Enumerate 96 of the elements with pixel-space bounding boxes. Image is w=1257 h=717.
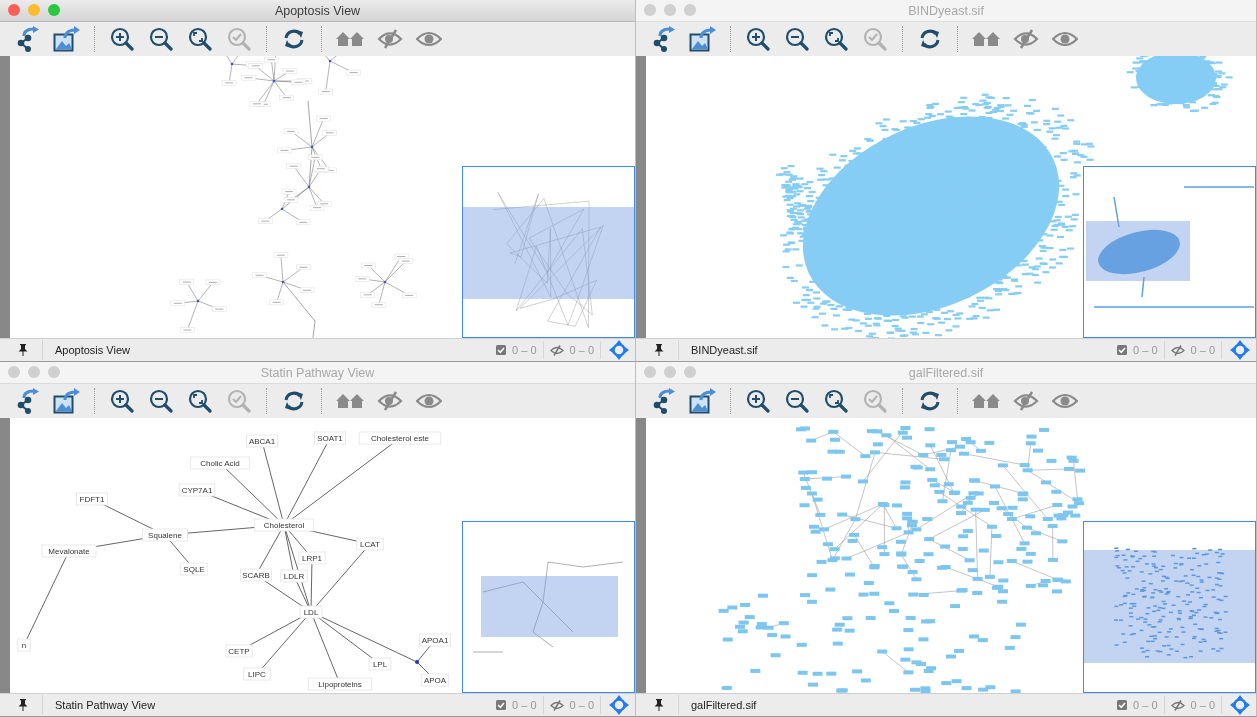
network-node[interactable]: LDLR xyxy=(280,569,308,583)
zoom-check-icon xyxy=(227,389,251,413)
hidden-eye-icon xyxy=(1013,28,1039,50)
checkbox-icon xyxy=(1117,345,1128,355)
network-node[interactable]: n xyxy=(17,638,31,652)
network-node[interactable]: SOAT1 xyxy=(314,431,346,445)
image-export-icon xyxy=(53,388,81,414)
network-node[interactable]: CETP xyxy=(225,644,253,658)
hidden-eye-icon xyxy=(549,699,564,711)
hidden-eye-icon xyxy=(1170,344,1185,356)
eye-icon xyxy=(1052,392,1078,410)
refresh-icon xyxy=(283,390,305,412)
hidden-eye-icon xyxy=(1013,390,1039,412)
network-node[interactable]: SCARB xyxy=(240,568,272,582)
network-name: BINDyeast.sif xyxy=(678,340,758,360)
hidden-count: 0 – 0 xyxy=(569,699,594,711)
share-network-icon xyxy=(16,26,40,52)
refresh-icon xyxy=(919,28,941,50)
network-node[interactable]: APOA1 xyxy=(419,633,451,647)
zoom-out-icon xyxy=(149,27,173,51)
eye-icon xyxy=(1052,30,1078,48)
eye-icon xyxy=(416,392,442,410)
network-node[interactable]: FDFT1 xyxy=(76,492,108,506)
share-network-icon xyxy=(16,388,40,414)
eye-icon xyxy=(416,30,442,48)
selected-count: 0 – 0 xyxy=(1133,699,1158,711)
window-title: Apoptosis View xyxy=(274,3,361,18)
share-network-icon xyxy=(652,388,676,414)
hidden-eye-icon xyxy=(1170,699,1185,711)
network-node[interactable]: LDL xyxy=(299,605,323,619)
window-title: BINDyeast.sif xyxy=(908,3,984,18)
network-node[interactable]: Cholesterol xyxy=(254,518,314,532)
network-name: galFiltered.sif xyxy=(678,695,757,715)
network-node[interactable]: LRP1 xyxy=(298,551,326,565)
zoom-fit-icon xyxy=(824,389,848,413)
hidden-count: 0 – 0 xyxy=(1190,344,1215,356)
network-node[interactable]: CYP7A1 xyxy=(178,483,216,497)
viewport-rect[interactable] xyxy=(1084,550,1255,663)
network-name: Statin Pathway View xyxy=(42,695,156,715)
network-node[interactable]: Lipoproteins xyxy=(308,677,372,691)
houses-icon xyxy=(971,392,1001,410)
pin-icon[interactable] xyxy=(18,344,28,356)
houses-icon xyxy=(335,30,365,48)
zoom-out-icon xyxy=(149,389,173,413)
checkbox-icon xyxy=(496,345,507,355)
viewport-rect[interactable] xyxy=(1086,221,1190,281)
network-name: Apoptosis View xyxy=(42,340,130,360)
zoom-check-icon xyxy=(863,389,887,413)
houses-icon xyxy=(971,30,1001,48)
pin-icon[interactable] xyxy=(654,699,664,711)
selected-count: 0 – 0 xyxy=(1133,344,1158,356)
zoom-fit-icon xyxy=(188,27,212,51)
network-node[interactable]: Mevalonate xyxy=(41,544,97,558)
network-node[interactable]: Squalene xyxy=(142,528,188,542)
pin-icon[interactable] xyxy=(18,699,28,711)
network-point[interactable] xyxy=(415,660,419,664)
network-node[interactable]: SQLE xyxy=(180,562,208,576)
network-node[interactable]: Cholesterol este xyxy=(358,431,442,445)
zoom-out-icon xyxy=(785,27,809,51)
refresh-icon xyxy=(919,390,941,412)
network-canvas[interactable]: ABCA1 SOAT1 Cholesterol este Cholic Acid CYP7A1 FDFT1 Squalene Mevalonate SQLE Cholesterol LCAT LRP1 SCARB LDLR LDL CETP LIPC LPL Lipoproteins APOA1 APOA n xyxy=(10,418,635,693)
zoom-fit-icon xyxy=(188,389,212,413)
zoom-check-icon xyxy=(863,27,887,51)
network-node[interactable]: LPL xyxy=(368,657,392,671)
hidden-eye-icon xyxy=(377,28,403,50)
pin-icon[interactable] xyxy=(654,344,664,356)
refresh-icon xyxy=(283,28,305,50)
image-export-icon xyxy=(53,26,81,52)
hidden-eye-icon xyxy=(549,344,564,356)
hidden-eye-icon xyxy=(377,390,403,412)
image-export-icon xyxy=(689,388,717,414)
zoom-out-icon xyxy=(785,389,809,413)
network-node[interactable]: APOA xyxy=(421,673,449,687)
window-title: galFiltered.sif xyxy=(908,365,984,380)
image-export-icon xyxy=(689,26,717,52)
share-network-icon xyxy=(652,26,676,52)
zoom-in-icon xyxy=(110,27,134,51)
houses-icon xyxy=(335,392,365,410)
selected-count: 0 – 0 xyxy=(512,699,537,711)
close-button[interactable] xyxy=(8,4,20,16)
network-node[interactable]: LCAT xyxy=(356,537,384,551)
zoom-check-icon xyxy=(227,27,251,51)
zoom-in-icon xyxy=(746,27,770,51)
network-node[interactable]: LIPC xyxy=(243,667,271,681)
zoom-fit-icon xyxy=(824,27,848,51)
hidden-count: 0 – 0 xyxy=(1190,699,1215,711)
zoom-button[interactable] xyxy=(48,4,60,16)
checkbox-icon xyxy=(496,700,507,710)
network-node[interactable]: ABCA1 xyxy=(246,434,278,448)
zoom-in-icon xyxy=(746,389,770,413)
selected-count: 0 – 0 xyxy=(512,344,537,356)
network-node[interactable]: Cholic Acid xyxy=(190,456,250,470)
hidden-count: 0 – 0 xyxy=(569,344,594,356)
zoom-in-icon xyxy=(110,389,134,413)
window-title: Statin Pathway View xyxy=(260,365,375,380)
checkbox-icon xyxy=(1117,700,1128,710)
